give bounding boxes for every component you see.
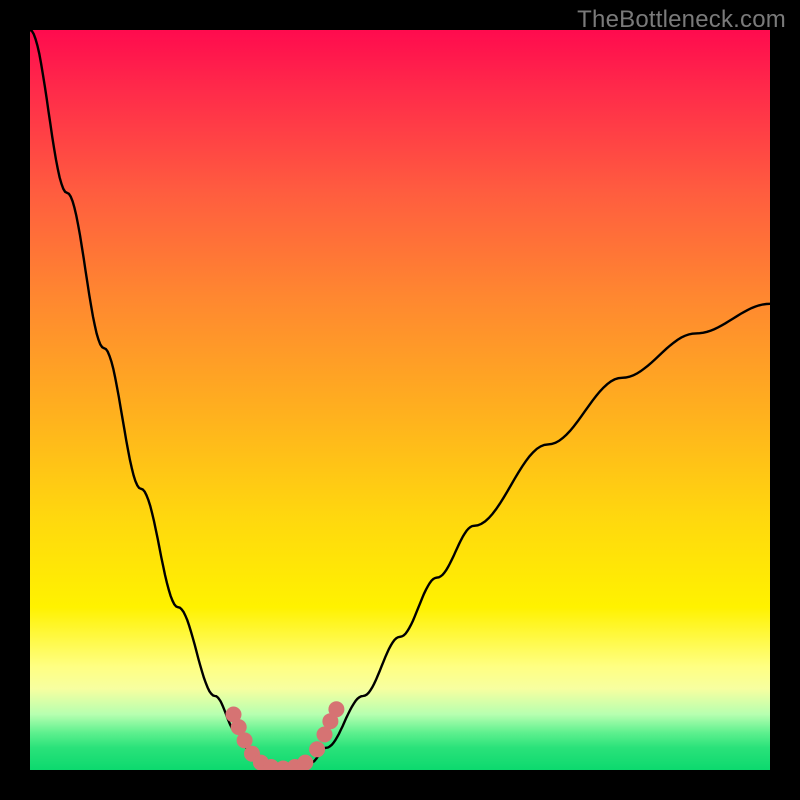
- data-dot: [328, 701, 344, 717]
- chart-svg: [30, 30, 770, 770]
- curve-path: [30, 30, 770, 770]
- bottleneck-curve: [30, 30, 770, 770]
- frame: TheBottleneck.com: [0, 0, 800, 800]
- chart-plot-area: [30, 30, 770, 770]
- data-dot: [297, 755, 313, 770]
- data-dots: [226, 701, 345, 770]
- data-dot: [309, 741, 325, 757]
